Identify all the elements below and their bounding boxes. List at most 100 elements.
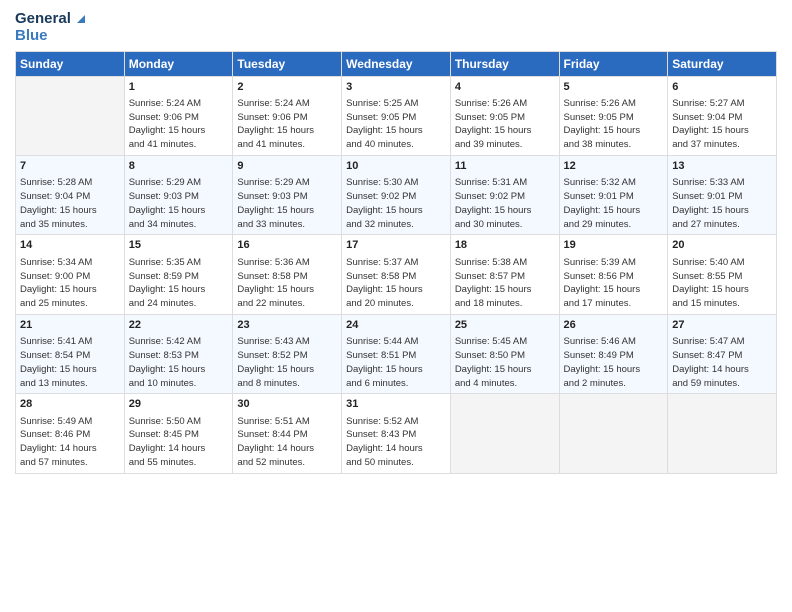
calendar-cell: 6 Sunrise: 5:27 AM Sunset: 9:04 PM Daylig… bbox=[668, 76, 777, 155]
day-number: 24 bbox=[346, 318, 446, 333]
day-number: 5 bbox=[564, 80, 664, 95]
day-number: 21 bbox=[20, 318, 120, 333]
day-info: Sunrise: 5:31 AM Sunset: 9:02 PM Dayligh… bbox=[455, 176, 555, 231]
calendar-cell: 14Sunrise: 5:34 AM Sunset: 9:00 PM Dayli… bbox=[16, 235, 125, 314]
day-number: 20 bbox=[672, 238, 772, 253]
weekday-header-tuesday: Tuesday bbox=[233, 51, 342, 76]
day-number: 10 bbox=[346, 159, 446, 174]
day-info: Sunrise: 5:37 AM Sunset: 8:58 PM Dayligh… bbox=[346, 256, 446, 311]
header: General Blue bbox=[15, 10, 777, 45]
page: General Blue SundayMondayTuesdayWednesda… bbox=[0, 0, 792, 612]
day-number: 28 bbox=[20, 397, 120, 412]
calendar-cell: 9Sunrise: 5:29 AM Sunset: 9:03 PM Daylig… bbox=[233, 155, 342, 234]
day-number: 23 bbox=[237, 318, 337, 333]
calendar-week-4: 21 Sunrise: 5:41 AM Sunset: 8:54 PM Dayli… bbox=[16, 314, 777, 393]
day-number: 19 bbox=[564, 238, 664, 253]
day-info: Sunrise: 5:26 AM Sunset: 9:05 PM Dayligh… bbox=[564, 97, 664, 152]
day-number: 31 bbox=[346, 397, 446, 412]
weekday-header-saturday: Saturday bbox=[668, 51, 777, 76]
day-info: Sunrise: 5:46 AM Sunset: 8:49 PM Dayligh… bbox=[564, 335, 664, 390]
weekday-header-thursday: Thursday bbox=[450, 51, 559, 76]
day-number: 1 bbox=[129, 80, 229, 95]
day-info: Sunrise: 5:24 AM Sunset: 9:06 PM Dayligh… bbox=[129, 97, 229, 152]
calendar-cell: 20 Sunrise: 5:40 AM Sunset: 8:55 PM Dayli… bbox=[668, 235, 777, 314]
day-number: 6 bbox=[672, 80, 772, 95]
day-number: 4 bbox=[455, 80, 555, 95]
logo: General Blue bbox=[15, 10, 85, 45]
day-info: Sunrise: 5:41 AM Sunset: 8:54 PM Dayligh… bbox=[20, 335, 120, 390]
calendar-cell bbox=[16, 76, 125, 155]
calendar-cell: 29Sunrise: 5:50 AM Sunset: 8:45 PM Dayli… bbox=[124, 394, 233, 473]
calendar-cell: 13 Sunrise: 5:33 AM Sunset: 9:01 PM Dayli… bbox=[668, 155, 777, 234]
calendar-cell: 31 Sunrise: 5:52 AM Sunset: 8:43 PM Dayli… bbox=[342, 394, 451, 473]
day-number: 14 bbox=[20, 238, 120, 253]
logo-line2: Blue bbox=[15, 27, 85, 44]
calendar-cell: 24Sunrise: 5:44 AM Sunset: 8:51 PM Dayli… bbox=[342, 314, 451, 393]
day-info: Sunrise: 5:49 AM Sunset: 8:46 PM Dayligh… bbox=[20, 415, 120, 470]
day-info: Sunrise: 5:30 AM Sunset: 9:02 PM Dayligh… bbox=[346, 176, 446, 231]
day-number: 2 bbox=[237, 80, 337, 95]
day-info: Sunrise: 5:29 AM Sunset: 9:03 PM Dayligh… bbox=[237, 176, 337, 231]
day-info: Sunrise: 5:28 AM Sunset: 9:04 PM Dayligh… bbox=[20, 176, 120, 231]
calendar-cell bbox=[450, 394, 559, 473]
day-info: Sunrise: 5:47 AM Sunset: 8:47 PM Dayligh… bbox=[672, 335, 772, 390]
weekday-header-friday: Friday bbox=[559, 51, 668, 76]
calendar-week-2: 7Sunrise: 5:28 AM Sunset: 9:04 PM Daylig… bbox=[16, 155, 777, 234]
calendar-cell: 2 Sunrise: 5:24 AM Sunset: 9:06 PM Daylig… bbox=[233, 76, 342, 155]
day-number: 26 bbox=[564, 318, 664, 333]
day-number: 8 bbox=[129, 159, 229, 174]
calendar-header-row: SundayMondayTuesdayWednesdayThursdayFrid… bbox=[16, 51, 777, 76]
calendar-cell: 21 Sunrise: 5:41 AM Sunset: 8:54 PM Dayli… bbox=[16, 314, 125, 393]
calendar-cell: 30 Sunrise: 5:51 AM Sunset: 8:44 PM Dayli… bbox=[233, 394, 342, 473]
calendar-cell: 11 Sunrise: 5:31 AM Sunset: 9:02 PM Dayli… bbox=[450, 155, 559, 234]
calendar-cell bbox=[668, 394, 777, 473]
day-info: Sunrise: 5:50 AM Sunset: 8:45 PM Dayligh… bbox=[129, 415, 229, 470]
day-info: Sunrise: 5:33 AM Sunset: 9:01 PM Dayligh… bbox=[672, 176, 772, 231]
logo-line1: General bbox=[15, 10, 85, 27]
calendar-cell: 25 Sunrise: 5:45 AM Sunset: 8:50 PM Dayli… bbox=[450, 314, 559, 393]
day-number: 3 bbox=[346, 80, 446, 95]
day-number: 30 bbox=[237, 397, 337, 412]
day-info: Sunrise: 5:32 AM Sunset: 9:01 PM Dayligh… bbox=[564, 176, 664, 231]
day-number: 13 bbox=[672, 159, 772, 174]
day-number: 25 bbox=[455, 318, 555, 333]
day-info: Sunrise: 5:39 AM Sunset: 8:56 PM Dayligh… bbox=[564, 256, 664, 311]
day-info: Sunrise: 5:40 AM Sunset: 8:55 PM Dayligh… bbox=[672, 256, 772, 311]
calendar-cell: 26 Sunrise: 5:46 AM Sunset: 8:49 PM Dayli… bbox=[559, 314, 668, 393]
day-info: Sunrise: 5:26 AM Sunset: 9:05 PM Dayligh… bbox=[455, 97, 555, 152]
day-info: Sunrise: 5:38 AM Sunset: 8:57 PM Dayligh… bbox=[455, 256, 555, 311]
calendar-cell: 28 Sunrise: 5:49 AM Sunset: 8:46 PM Dayli… bbox=[16, 394, 125, 473]
weekday-header-wednesday: Wednesday bbox=[342, 51, 451, 76]
calendar-table: SundayMondayTuesdayWednesdayThursdayFrid… bbox=[15, 51, 777, 474]
calendar-cell: 18Sunrise: 5:38 AM Sunset: 8:57 PM Dayli… bbox=[450, 235, 559, 314]
calendar-cell: 5 Sunrise: 5:26 AM Sunset: 9:05 PM Daylig… bbox=[559, 76, 668, 155]
calendar-cell: 8 Sunrise: 5:29 AM Sunset: 9:03 PM Daylig… bbox=[124, 155, 233, 234]
day-info: Sunrise: 5:36 AM Sunset: 8:58 PM Dayligh… bbox=[237, 256, 337, 311]
day-number: 22 bbox=[129, 318, 229, 333]
day-number: 16 bbox=[237, 238, 337, 253]
calendar-cell: 10 Sunrise: 5:30 AM Sunset: 9:02 PM Dayli… bbox=[342, 155, 451, 234]
day-number: 11 bbox=[455, 159, 555, 174]
day-info: Sunrise: 5:51 AM Sunset: 8:44 PM Dayligh… bbox=[237, 415, 337, 470]
day-info: Sunrise: 5:35 AM Sunset: 8:59 PM Dayligh… bbox=[129, 256, 229, 311]
day-number: 12 bbox=[564, 159, 664, 174]
calendar-cell: 7Sunrise: 5:28 AM Sunset: 9:04 PM Daylig… bbox=[16, 155, 125, 234]
calendar-cell: 17Sunrise: 5:37 AM Sunset: 8:58 PM Dayli… bbox=[342, 235, 451, 314]
weekday-header-sunday: Sunday bbox=[16, 51, 125, 76]
calendar-week-3: 14Sunrise: 5:34 AM Sunset: 9:00 PM Dayli… bbox=[16, 235, 777, 314]
day-info: Sunrise: 5:29 AM Sunset: 9:03 PM Dayligh… bbox=[129, 176, 229, 231]
calendar-cell: 12 Sunrise: 5:32 AM Sunset: 9:01 PM Dayli… bbox=[559, 155, 668, 234]
calendar-week-1: 1 Sunrise: 5:24 AM Sunset: 9:06 PM Daylig… bbox=[16, 76, 777, 155]
day-info: Sunrise: 5:27 AM Sunset: 9:04 PM Dayligh… bbox=[672, 97, 772, 152]
day-info: Sunrise: 5:43 AM Sunset: 8:52 PM Dayligh… bbox=[237, 335, 337, 390]
day-info: Sunrise: 5:45 AM Sunset: 8:50 PM Dayligh… bbox=[455, 335, 555, 390]
day-number: 27 bbox=[672, 318, 772, 333]
day-info: Sunrise: 5:52 AM Sunset: 8:43 PM Dayligh… bbox=[346, 415, 446, 470]
calendar-cell: 4 Sunrise: 5:26 AM Sunset: 9:05 PM Daylig… bbox=[450, 76, 559, 155]
calendar-cell bbox=[559, 394, 668, 473]
calendar-cell: 27 Sunrise: 5:47 AM Sunset: 8:47 PM Dayli… bbox=[668, 314, 777, 393]
calendar-cell: 22Sunrise: 5:42 AM Sunset: 8:53 PM Dayli… bbox=[124, 314, 233, 393]
day-info: Sunrise: 5:24 AM Sunset: 9:06 PM Dayligh… bbox=[237, 97, 337, 152]
calendar-cell: 19 Sunrise: 5:39 AM Sunset: 8:56 PM Dayli… bbox=[559, 235, 668, 314]
day-number: 15 bbox=[129, 238, 229, 253]
